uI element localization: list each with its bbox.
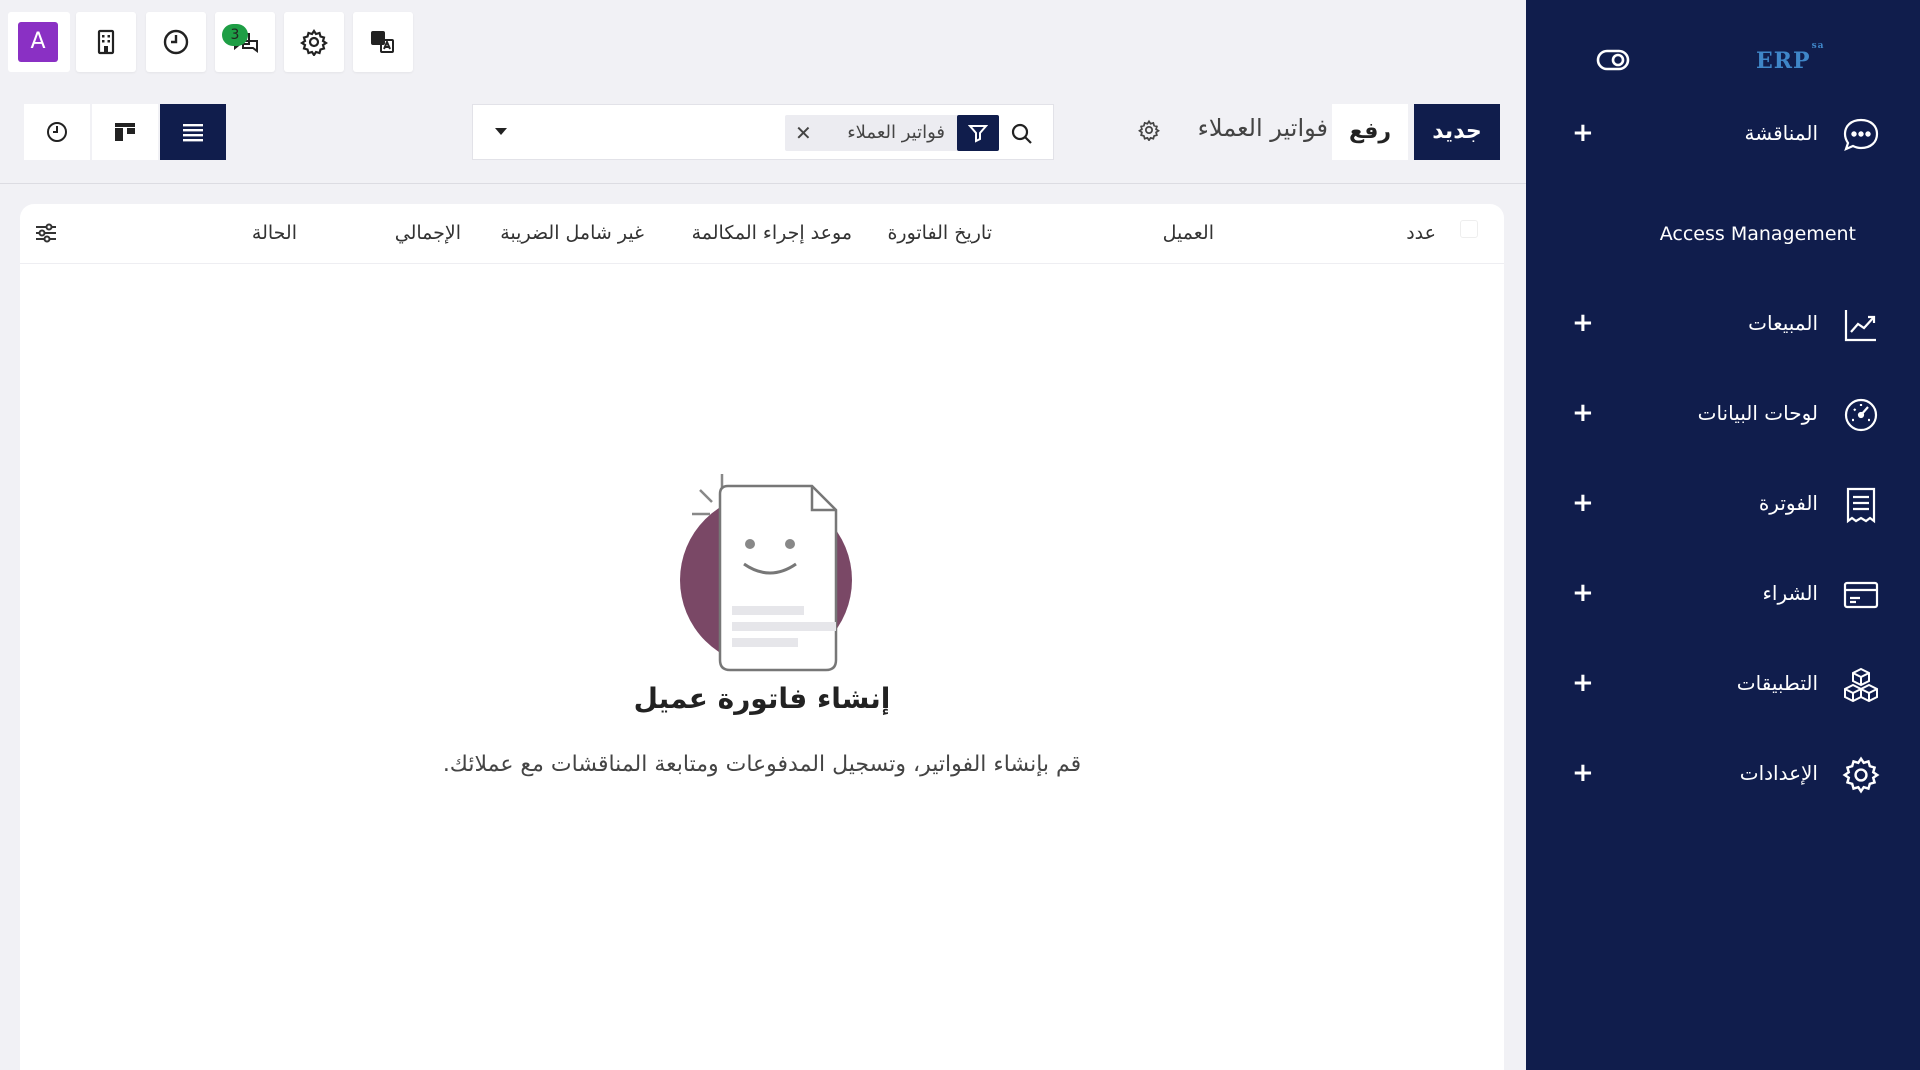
plus-icon[interactable]: + bbox=[1572, 668, 1594, 698]
search-icon[interactable] bbox=[1011, 123, 1033, 145]
activity-button[interactable] bbox=[146, 12, 206, 72]
kanban-view-button[interactable] bbox=[92, 104, 158, 160]
sidebar-item-label: الفوترة bbox=[1758, 491, 1818, 515]
plus-icon[interactable]: + bbox=[1572, 118, 1594, 148]
caret-down-icon[interactable] bbox=[493, 123, 509, 139]
plus-icon[interactable]: + bbox=[1572, 398, 1594, 428]
new-button[interactable]: جديد bbox=[1414, 104, 1500, 160]
gear-icon[interactable] bbox=[1138, 119, 1160, 141]
sidebar-item-label: الشراء bbox=[1762, 581, 1819, 605]
table-header: عدد العميل تاريخ الفاتورة موعد إجراء الم… bbox=[20, 204, 1504, 264]
sidebar-item-label: المناقشة bbox=[1744, 121, 1818, 145]
sidebar-item-label: Access Management bbox=[1659, 223, 1856, 245]
column-header[interactable]: الحالة bbox=[252, 222, 297, 244]
column-header[interactable]: عدد bbox=[1406, 222, 1436, 244]
plus-icon[interactable]: + bbox=[1572, 758, 1594, 788]
sidebar-item-apps[interactable]: + التطبيقات bbox=[1526, 654, 1920, 714]
gear-icon bbox=[300, 29, 328, 56]
select-all-checkbox[interactable] bbox=[1460, 220, 1478, 238]
sidebar-item-label: المبيعات bbox=[1748, 311, 1818, 335]
list-view-button[interactable] bbox=[160, 104, 226, 160]
kanban-icon bbox=[115, 123, 135, 141]
empty-state-title: إنشاء فاتورة عميل bbox=[633, 682, 891, 715]
activity-view-button[interactable] bbox=[24, 104, 90, 160]
sidebar-header: ERPsa bbox=[1526, 41, 1920, 82]
chat-bubble-icon bbox=[1843, 118, 1879, 151]
logo-text: ERP bbox=[1756, 48, 1811, 74]
gear-icon bbox=[1842, 756, 1880, 794]
translate-icon bbox=[371, 31, 394, 53]
settings-button[interactable] bbox=[284, 12, 344, 72]
sidebar-item-settings[interactable]: + الإعدادات bbox=[1526, 744, 1920, 804]
sidebar-item-sales[interactable]: + المبيعات bbox=[1526, 294, 1920, 354]
sidebar-item-invoicing[interactable]: + الفوترة bbox=[1526, 474, 1920, 534]
filter-icon bbox=[968, 125, 988, 143]
filter-button[interactable] bbox=[957, 115, 999, 151]
clock-icon bbox=[163, 29, 189, 55]
sidebar-item-dashboards[interactable]: + لوحات البيانات bbox=[1526, 384, 1920, 444]
facet-label: فواتير العملاء bbox=[847, 122, 945, 143]
search-bar: ✕ فواتير العملاء bbox=[472, 104, 1054, 160]
list-icon bbox=[183, 124, 203, 142]
column-header[interactable]: العميل bbox=[1163, 222, 1214, 244]
sidebar-item-access-management[interactable]: Access Management bbox=[1526, 206, 1920, 266]
column-header[interactable]: غير شامل الضريبة bbox=[500, 222, 644, 244]
clock-icon bbox=[47, 122, 67, 142]
gauge-icon bbox=[1844, 398, 1878, 432]
company-button[interactable] bbox=[76, 12, 136, 72]
toggle-icon[interactable] bbox=[1596, 48, 1630, 72]
logo-sup: sa bbox=[1811, 40, 1825, 51]
sidebar-item-label: التطبيقات bbox=[1736, 671, 1818, 695]
column-header[interactable]: موعد إجراء المكالمة bbox=[692, 222, 852, 244]
language-button[interactable] bbox=[353, 12, 413, 72]
filter-facet: ✕ فواتير العملاء bbox=[785, 115, 999, 151]
column-header[interactable]: الإجمالي bbox=[395, 222, 461, 244]
empty-state-description: قم بإنشاء الفواتير، وتسجيل المدفوعات ومت… bbox=[442, 752, 1082, 777]
credit-card-icon bbox=[1843, 581, 1879, 609]
header-divider bbox=[0, 183, 1526, 184]
chart-line-icon bbox=[1844, 310, 1876, 342]
sliders-icon[interactable] bbox=[34, 222, 58, 244]
sidebar-item-label: لوحات البيانات bbox=[1697, 401, 1818, 425]
erp-logo: ERPsa bbox=[1756, 41, 1825, 74]
sidebar: ERPsa + المناقشة Access Management + الم… bbox=[1526, 0, 1920, 1070]
sidebar-item-label: الإعدادات bbox=[1739, 761, 1818, 785]
plus-icon[interactable]: + bbox=[1572, 578, 1594, 608]
page-title: فواتير العملاء bbox=[1197, 114, 1328, 142]
sidebar-item-discuss[interactable]: + المناقشة bbox=[1526, 104, 1920, 164]
cubes-icon bbox=[1844, 667, 1878, 703]
chat-count-badge: 3 bbox=[222, 24, 248, 46]
empty-document-illustration bbox=[680, 474, 852, 672]
close-icon[interactable]: ✕ bbox=[795, 121, 812, 145]
column-header[interactable]: تاريخ الفاتورة bbox=[887, 222, 992, 244]
user-avatar[interactable]: A bbox=[18, 22, 58, 62]
list-card: عدد العميل تاريخ الفاتورة موعد إجراء الم… bbox=[20, 204, 1504, 1070]
building-icon bbox=[97, 29, 115, 55]
avatar-container: A bbox=[8, 12, 70, 72]
sidebar-item-purchase[interactable]: + الشراء bbox=[1526, 564, 1920, 624]
receipt-icon bbox=[1846, 487, 1876, 524]
plus-icon[interactable]: + bbox=[1572, 308, 1594, 338]
plus-icon[interactable]: + bbox=[1572, 488, 1594, 518]
upload-button[interactable]: رفع bbox=[1332, 104, 1408, 160]
